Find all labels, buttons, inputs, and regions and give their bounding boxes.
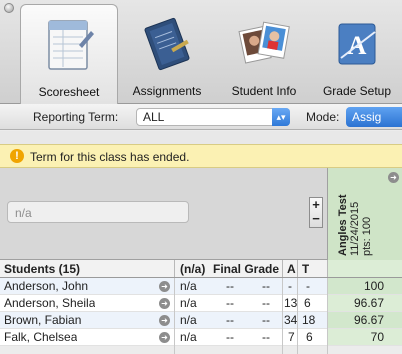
final-grade-cell: -- [226, 296, 234, 310]
table-header: Students (15) (n/a) Final Grade A T [0, 260, 402, 278]
tab-label: Student Info [231, 84, 297, 98]
scoresheet-header-area: n/a + − ➜ Angles Test 11/24/2015 pts: 10… [0, 168, 402, 260]
final-grade-cell: -- [226, 279, 234, 293]
student-name: Anderson, Sheila [4, 296, 96, 310]
student-arrow-icon[interactable]: ➜ [159, 315, 170, 326]
column-divider [174, 278, 175, 354]
t-cell: 18 [302, 313, 316, 327]
zoom-stepper[interactable]: + − [309, 197, 323, 228]
term-ended-notice: ! Term for this class has ended. [0, 144, 402, 168]
a-cell: 34 [284, 313, 298, 327]
student-arrow-icon[interactable]: ➜ [159, 332, 170, 343]
tab-label: Scoresheet [38, 85, 100, 99]
score-cell[interactable]: 100 [328, 278, 402, 294]
student-arrow-icon[interactable]: ➜ [159, 281, 170, 292]
assignment-column-header[interactable]: ➜ Angles Test 11/24/2015 pts: 100 [327, 168, 402, 260]
grade-cell: -- [262, 296, 270, 310]
tab-assignments[interactable]: Assignments [122, 4, 212, 104]
na-cell: n/a [180, 279, 197, 293]
score-cell[interactable]: 70 [328, 329, 402, 345]
a-cell: - [288, 279, 292, 293]
reporting-term-select[interactable]: ALL ▴▾ [136, 108, 290, 126]
student-name: Falk, Chelsea [4, 330, 78, 344]
toolbar: Reporting Term: ALL ▴▾ Mode: Assig [0, 104, 402, 130]
t-cell: - [306, 279, 310, 293]
score-header-cell [328, 260, 402, 277]
final-grade-cell: -- [226, 330, 234, 344]
tab-label: Assignments [132, 84, 202, 98]
score-cell[interactable]: 96.67 [328, 295, 402, 311]
a-cell: 7 [288, 330, 295, 344]
table-row[interactable]: Falk, Chelsea ➜ n/a -- -- 7 6 70 [0, 329, 402, 346]
a-cell: 13 [284, 296, 298, 310]
score-cell[interactable]: 96.67 [328, 312, 402, 328]
assignment-date: 11/24/2015 [349, 201, 361, 256]
t-cell: 6 [304, 296, 311, 310]
assignment-arrow-icon[interactable]: ➜ [388, 172, 399, 183]
na-cell: n/a [180, 313, 197, 327]
tab-grade-setup[interactable]: A Grade Setup [312, 4, 402, 104]
table-row[interactable]: Brown, Fabian ➜ n/a -- -- 34 18 96.67 [0, 312, 402, 329]
grade-setup-icon: A [331, 14, 383, 75]
updown-arrows-icon: ▴▾ [272, 108, 290, 126]
student-info-icon [238, 14, 290, 75]
student-name: Brown, Fabian [4, 313, 82, 327]
tab-scoresheet[interactable]: Scoresheet [20, 4, 118, 104]
student-rows: Anderson, John ➜ n/a -- -- - - 100 Ander… [0, 278, 402, 346]
grade-cell: -- [262, 313, 270, 327]
reporting-term-value: ALL [143, 110, 165, 124]
toolbar-spacer [0, 131, 402, 144]
mode-label: Mode: [306, 110, 340, 124]
table-row[interactable]: Anderson, Sheila ➜ n/a -- -- 13 6 96.67 [0, 295, 402, 312]
assignment-name: Angles Test [337, 194, 349, 256]
tab-label: Grade Setup [322, 84, 392, 98]
na-cell: n/a [180, 330, 197, 344]
final-grade-header[interactable]: Final Grade [213, 260, 279, 277]
warning-icon: ! [10, 149, 24, 163]
assignment-points: pts: 100 [361, 216, 373, 256]
tab-student-info[interactable]: Student Info [218, 4, 310, 104]
assignment-vertical-label: Angles Test 11/24/2015 pts: 100 [337, 176, 377, 256]
na-header[interactable]: (n/a) [180, 260, 205, 277]
students-header[interactable]: Students (15) [4, 260, 80, 277]
final-grade-cell: -- [226, 313, 234, 327]
grade-cell: -- [262, 279, 270, 293]
score-value: 96.67 [353, 313, 384, 327]
column-divider [282, 278, 283, 354]
na-cell: n/a [180, 296, 197, 310]
notice-text: Term for this class has ended. [30, 150, 190, 164]
filter-field[interactable]: n/a [7, 201, 189, 223]
reporting-term-label: Reporting Term: [33, 110, 119, 124]
tab-bar: Scoresheet Assignments Student Info Grad… [0, 0, 402, 104]
t-cell: 6 [306, 330, 313, 344]
minus-icon[interactable]: − [310, 212, 322, 226]
score-value: 70 [370, 330, 384, 344]
assignments-icon [141, 14, 193, 75]
student-arrow-icon[interactable]: ➜ [159, 298, 170, 309]
t-header[interactable]: T [302, 260, 309, 277]
a-header[interactable]: A [287, 260, 296, 277]
student-name: Anderson, John [4, 279, 89, 293]
scoresheet-icon [43, 15, 95, 76]
mode-select[interactable]: Assig [346, 107, 402, 127]
window-toggle-button[interactable] [4, 3, 14, 13]
table-row[interactable]: Anderson, John ➜ n/a -- -- - - 100 [0, 278, 402, 295]
score-value: 100 [363, 279, 384, 293]
plus-icon[interactable]: + [310, 198, 322, 212]
column-divider [297, 278, 298, 354]
column-divider [327, 278, 328, 354]
grade-cell: -- [262, 330, 270, 344]
score-value: 96.67 [353, 296, 384, 310]
